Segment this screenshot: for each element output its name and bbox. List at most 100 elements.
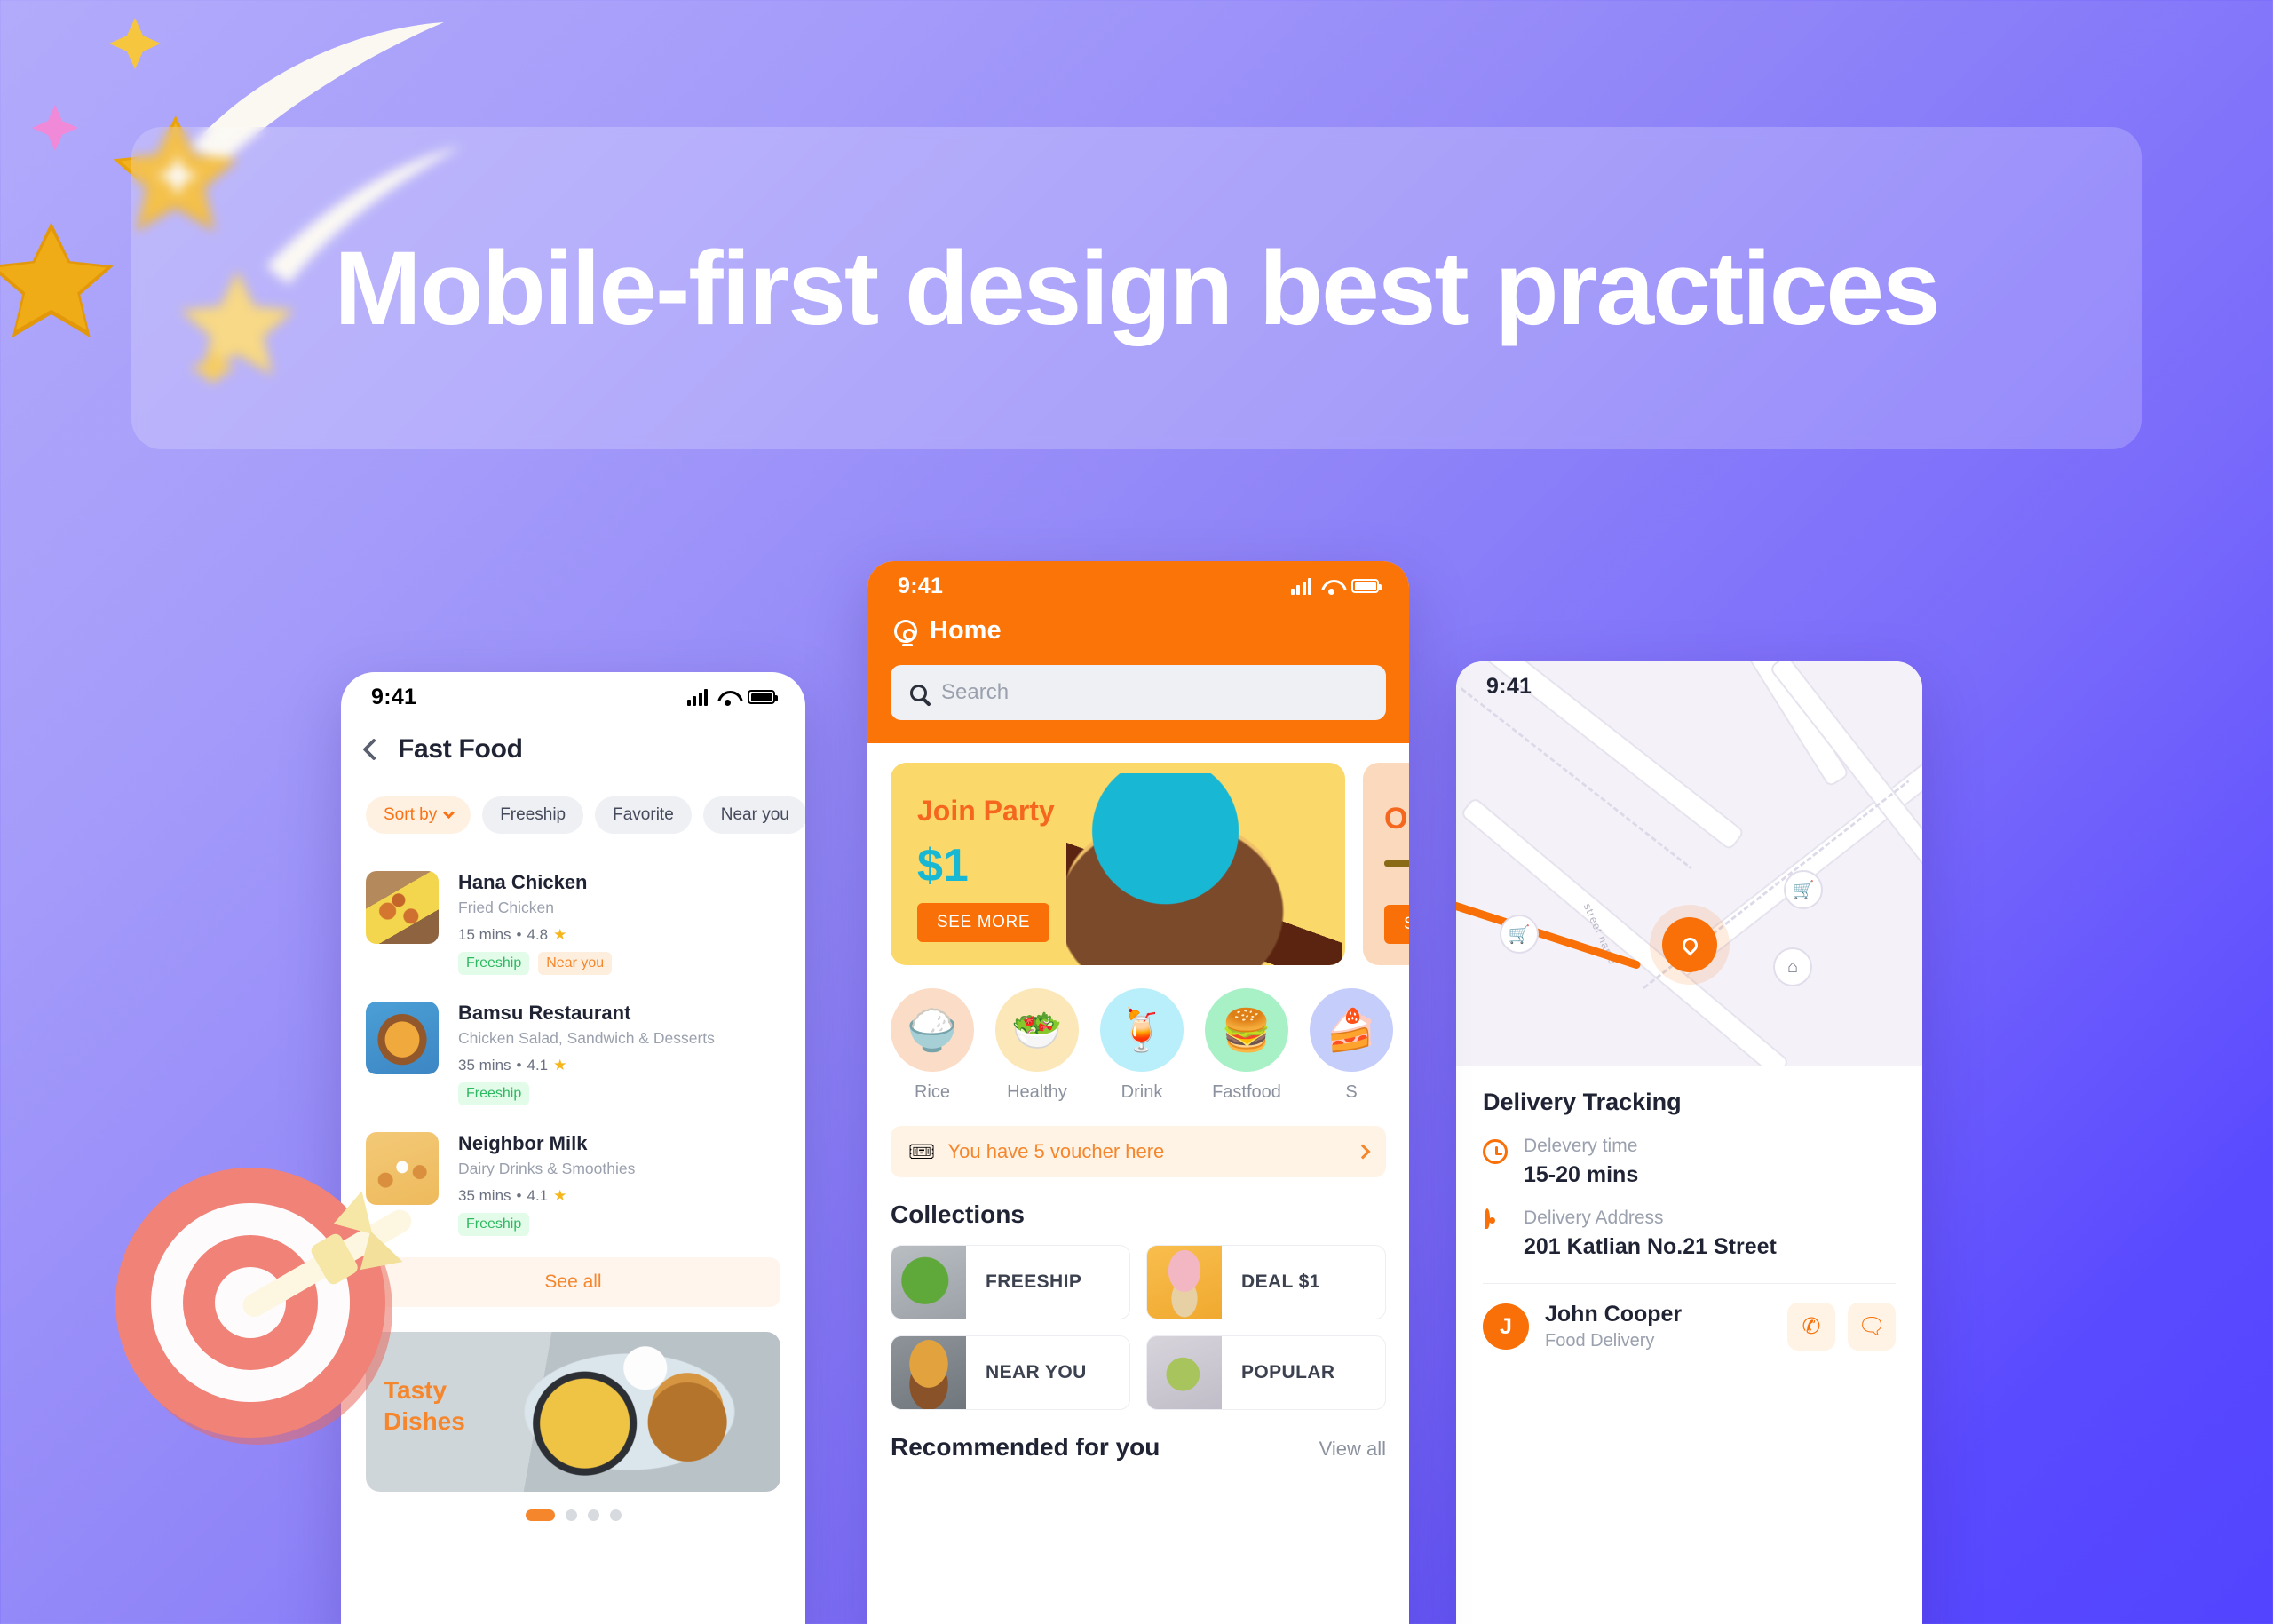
rice-bowl-icon: 🍚 bbox=[891, 988, 974, 1072]
battery-icon bbox=[1351, 579, 1382, 593]
list-item[interactable]: Hana Chicken Fried Chicken 15 mins • 4.8… bbox=[341, 860, 805, 991]
salad-photo bbox=[891, 1246, 966, 1319]
search-bar[interactable] bbox=[891, 665, 1386, 720]
status-bar: 9:41 bbox=[867, 561, 1409, 611]
pagination-dot[interactable] bbox=[587, 1509, 599, 1521]
avocado-toast-photo bbox=[1147, 1336, 1222, 1409]
status-time: 9:41 bbox=[898, 573, 944, 598]
category-drink[interactable]: 🍹 Drink bbox=[1100, 988, 1184, 1103]
shopping-cart-icon[interactable]: 🛒 bbox=[1784, 870, 1823, 909]
status-bar: 9:41 bbox=[341, 672, 805, 722]
list-item[interactable]: Neighbor Milk Dairy Drinks & Smoothies 3… bbox=[341, 1121, 805, 1252]
courier-name: John Cooper bbox=[1545, 1302, 1683, 1327]
delivery-tracking-panel: Delivery Tracking Delevery time 15-20 mi… bbox=[1456, 1066, 1922, 1351]
collection-deal[interactable]: DEAL $1 bbox=[1146, 1245, 1386, 1319]
phone-mockup-delivery-tracking: 9:41 street name 🛒 🛒 ⌂ Delivery Tracking… bbox=[1456, 661, 1922, 1624]
promo-price: $1 bbox=[917, 840, 969, 891]
courier-row: J John Cooper Food Delivery ✆ 🗨 bbox=[1483, 1284, 1896, 1351]
message-icon[interactable]: 🗨 bbox=[1848, 1303, 1896, 1351]
promo-card-join-party[interactable]: Join Party $1 SEE MORE bbox=[891, 763, 1345, 965]
collections-grid: FREESHIP DEAL $1 NEAR YOU POPULAR bbox=[867, 1229, 1409, 1410]
restaurant-list: Hana Chicken Fried Chicken 15 mins • 4.8… bbox=[341, 834, 805, 1252]
courier-role: Food Delivery bbox=[1545, 1331, 1655, 1351]
status-bar: 9:41 bbox=[1456, 661, 1922, 711]
tracking-value: 15-20 mins bbox=[1524, 1162, 1639, 1187]
category-label: Fastfood bbox=[1212, 1082, 1281, 1102]
promo-banner[interactable]: Tasty Dishes bbox=[366, 1332, 780, 1492]
location-selector[interactable]: Home bbox=[867, 611, 1409, 646]
voucher-banner[interactable]: 🎟 You have 5 voucher here bbox=[891, 1126, 1386, 1177]
page-title: Mobile-first design best practices bbox=[334, 229, 1940, 347]
restaurant-name: Hana Chicken bbox=[458, 871, 588, 893]
see-more-button[interactable]: SEE MORE bbox=[917, 903, 1050, 942]
category-snack[interactable]: 🍰 S bbox=[1310, 988, 1393, 1103]
tracking-value: 201 Katlian No.21 Street bbox=[1524, 1234, 1777, 1259]
promo-title: Join Party bbox=[917, 795, 1055, 827]
filter-chips: Sort by Freeship Favorite Near you Parn bbox=[341, 764, 805, 834]
pagination-dot[interactable] bbox=[525, 1509, 555, 1521]
category-fastfood[interactable]: 🍔 Fastfood bbox=[1205, 988, 1288, 1103]
status-badge: Near you bbox=[538, 952, 613, 975]
restaurant-meta: 35 mins • 4.1 ★ bbox=[458, 1187, 567, 1204]
star-icon: ★ bbox=[553, 926, 567, 943]
collection-label: FREESHIP bbox=[986, 1271, 1082, 1292]
chevron-down-icon bbox=[443, 806, 455, 819]
avatar: J bbox=[1483, 1303, 1529, 1350]
shopping-cart-icon[interactable]: 🛒 bbox=[1500, 915, 1539, 954]
pagination-dot[interactable] bbox=[609, 1509, 622, 1521]
see-all-button[interactable]: See all bbox=[366, 1257, 780, 1307]
collection-label: POPULAR bbox=[1241, 1362, 1335, 1382]
tracking-row-time: Delevery time 15-20 mins bbox=[1483, 1136, 1896, 1188]
carousel-pagination[interactable] bbox=[341, 1509, 805, 1521]
burger-fries-photo bbox=[498, 1339, 761, 1485]
promo-button[interactable]: S bbox=[1384, 905, 1409, 944]
category-healthy[interactable]: 🥗 Healthy bbox=[995, 988, 1079, 1103]
collection-popular[interactable]: POPULAR bbox=[1146, 1335, 1386, 1410]
signal-icon bbox=[1290, 577, 1311, 595]
chip-favorite[interactable]: Favorite bbox=[595, 796, 692, 834]
signal-icon bbox=[686, 688, 708, 706]
status-badge: Freeship bbox=[458, 952, 530, 975]
collections-title: Collections bbox=[891, 1200, 1025, 1228]
collection-freeship[interactable]: FREESHIP bbox=[891, 1245, 1130, 1319]
destination-pin[interactable] bbox=[1662, 917, 1717, 972]
view-all-link[interactable]: View all bbox=[1319, 1438, 1386, 1461]
restaurant-desc: Fried Chicken bbox=[458, 899, 554, 916]
promo-divider bbox=[1384, 860, 1409, 867]
search-input[interactable] bbox=[941, 680, 1366, 705]
pagination-dot[interactable] bbox=[565, 1509, 577, 1521]
tracking-label: Delevery time bbox=[1524, 1136, 1638, 1156]
promo-title: O bbox=[1384, 802, 1408, 836]
delivery-map[interactable]: 9:41 street name 🛒 🛒 ⌂ bbox=[1456, 661, 1922, 1066]
chevron-right-icon bbox=[1355, 1144, 1371, 1160]
promo-card-secondary[interactable]: O S bbox=[1363, 763, 1409, 965]
category-row[interactable]: 🍚 Rice 🥗 Healthy 🍹 Drink 🍔 Fastfood 🍰 S bbox=[867, 965, 1409, 1103]
phone-icon[interactable]: ✆ bbox=[1787, 1303, 1835, 1351]
ice-cream-photo bbox=[1147, 1246, 1222, 1319]
category-label: Rice bbox=[914, 1082, 950, 1102]
chevron-left-icon[interactable] bbox=[362, 738, 385, 761]
restaurant-thumbnail bbox=[366, 871, 439, 944]
chip-sort-by[interactable]: Sort by bbox=[366, 796, 471, 834]
clock-icon bbox=[1483, 1139, 1508, 1164]
screen-title: Fast Food bbox=[398, 734, 523, 764]
chip-freeship[interactable]: Freeship bbox=[482, 796, 584, 834]
list-item[interactable]: Bamsu Restaurant Chicken Salad, Sandwich… bbox=[341, 991, 805, 1121]
wifi-icon bbox=[717, 690, 738, 706]
fastfood-icon: 🍔 bbox=[1205, 988, 1288, 1072]
voucher-ticket-icon: 🎟 bbox=[908, 1139, 936, 1164]
snack-icon: 🍰 bbox=[1310, 988, 1393, 1072]
search-icon bbox=[910, 684, 927, 701]
promo-carousel[interactable]: Join Party $1 SEE MORE O S bbox=[867, 743, 1409, 965]
location-pin-icon bbox=[1678, 933, 1701, 956]
category-label: Healthy bbox=[1007, 1082, 1067, 1102]
burger-photo bbox=[891, 1336, 966, 1409]
restaurant-name: Bamsu Restaurant bbox=[458, 1002, 631, 1024]
home-icon[interactable]: ⌂ bbox=[1773, 947, 1812, 986]
collection-near-you[interactable]: NEAR YOU bbox=[891, 1335, 1130, 1410]
chip-near-you[interactable]: Near you bbox=[702, 796, 805, 834]
collection-label: NEAR YOU bbox=[986, 1362, 1087, 1382]
promo-banner-text: Tasty Dishes bbox=[384, 1376, 465, 1435]
category-rice[interactable]: 🍚 Rice bbox=[891, 988, 974, 1103]
collection-label: DEAL $1 bbox=[1241, 1271, 1320, 1292]
